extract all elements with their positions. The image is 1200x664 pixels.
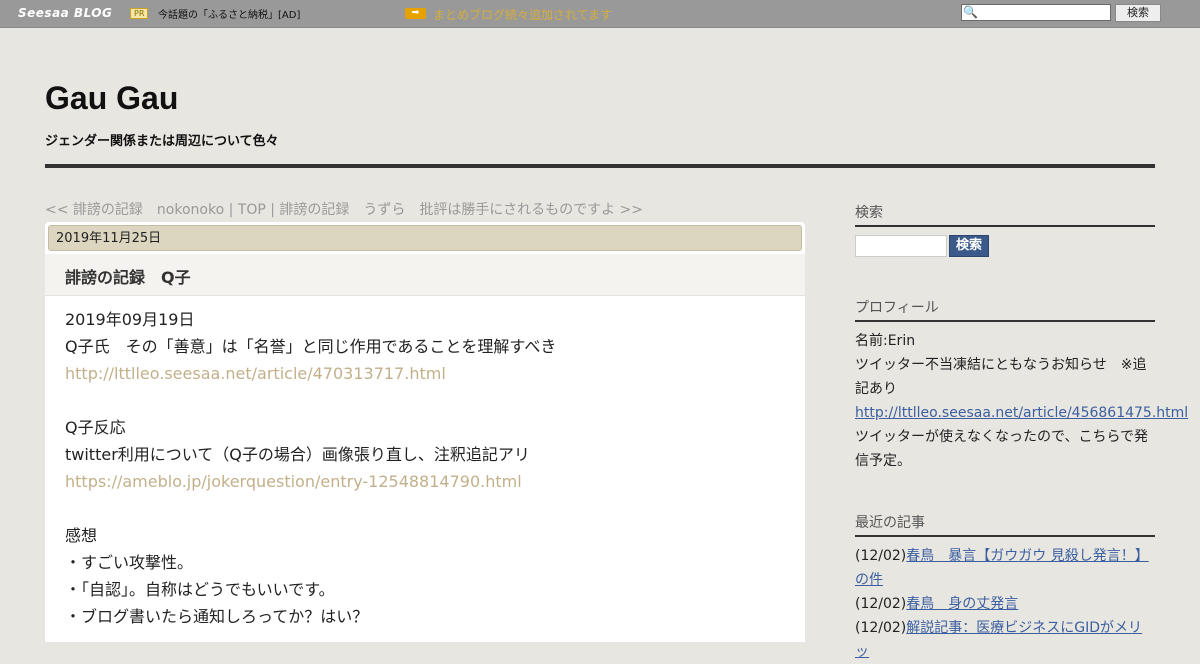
article-title[interactable]: 誹謗の記録 Q子 xyxy=(65,264,191,288)
recent-date: (12/02) xyxy=(855,620,907,636)
top-search-input[interactable] xyxy=(978,5,1108,20)
top-bar: Seesaa BLOG PR 今話題の「ふるさと納税」[AD] ➡ まとめブログ… xyxy=(0,0,1200,28)
article-title-bar: 誹謗の記録 Q子 xyxy=(45,254,805,296)
article-link-ameblo[interactable]: https://ameblo.jp/jokerquestion/entry-12… xyxy=(65,468,785,495)
article-date: 2019年11月25日 xyxy=(48,225,802,251)
top-search-button[interactable]: 検索 xyxy=(1115,4,1161,22)
sidebar-recent-heading: 最近の記事 xyxy=(855,512,1155,537)
recent-articles-list: (12/02)春鳥 暴言【ガウガウ 見殺し発言！】 の件 (12/02)春鳥 身… xyxy=(855,544,1155,664)
article-blank-line xyxy=(65,495,785,522)
list-item: (12/02)解説記事：医療ビジネスにGIDがメリッ xyxy=(855,616,1155,664)
site-title[interactable]: Gau Gau xyxy=(45,80,178,117)
article-line: Q子反応 xyxy=(65,418,126,437)
list-item: (12/02)春鳥 暴言【ガウガウ 見殺し発言！】 xyxy=(855,544,1155,568)
site-description: ジェンダー関係または周辺について色々 xyxy=(45,134,279,149)
recent-article-link[interactable]: 春鳥 暴言【ガウガウ 見殺し発言！】 xyxy=(906,548,1148,564)
article-line: twitter利用について（Q子の場合）画像張り直し、注釈追記アリ xyxy=(65,445,530,464)
recent-article-link[interactable]: の件 xyxy=(855,572,883,588)
article-line: 2019年09月19日 xyxy=(65,310,195,329)
prev-article-link[interactable]: << 誹謗の記録 nokonoko xyxy=(45,202,224,218)
article-pager: << 誹謗の記録 nokonoko | TOP | 誹謗の記録 うずら 批評は勝… xyxy=(45,199,643,219)
article-body: 2019年09月19日 Q子氏 その「善意」は「名誉」と同じ作用であることを理解… xyxy=(65,306,785,630)
recent-date: (12/02) xyxy=(855,548,907,564)
seesaa-blog-logo[interactable]: Seesaa BLOG xyxy=(18,6,112,20)
article-line: 感想 xyxy=(65,526,98,545)
top-link[interactable]: TOP xyxy=(238,202,266,218)
sidebar-profile-heading: プロフィール xyxy=(855,297,1155,322)
recent-article-link[interactable]: 春鳥 身の丈発言 xyxy=(906,596,1018,612)
article-line: Q子氏 その「善意」は「名誉」と同じ作用であることを理解すべき xyxy=(65,337,557,356)
next-article-link[interactable]: 誹謗の記録 うずら 批評は勝手にされるものですよ >> xyxy=(279,202,643,218)
article-line: ・「自認」。自称はどうでもいいです。 xyxy=(65,580,335,599)
header-divider xyxy=(45,164,1155,168)
profile-note: 記あり xyxy=(855,381,897,397)
profile-link[interactable]: http://lttlleo.seesaa.net/article/456861… xyxy=(855,401,1188,425)
sidebar-profile: 名前:Erin ツイッター不当凍結にともなうお知らせ ※追 記あり http:/… xyxy=(855,329,1188,473)
arrow-right-icon: ➡ xyxy=(405,8,426,19)
article-line: ・すごい攻撃性。 xyxy=(65,553,194,572)
profile-note: ツイッター不当凍結にともなうお知らせ ※追 xyxy=(855,357,1147,373)
sidebar-search-button[interactable]: 検索 xyxy=(949,235,989,257)
article-link-lttlleo[interactable]: http://lttlleo.seesaa.net/article/470313… xyxy=(65,360,785,387)
pr-ad-link[interactable]: 今話題の「ふるさと納税」[AD] xyxy=(158,6,300,21)
recent-date: (12/02) xyxy=(855,596,907,612)
ticker-link[interactable]: まとめブログ続々追加されてます xyxy=(433,6,612,23)
pager-separator: | xyxy=(224,202,238,218)
article-blank-line xyxy=(65,387,785,414)
sidebar-search-heading: 検索 xyxy=(855,202,1155,227)
pager-separator: | xyxy=(265,202,280,218)
pr-badge: PR xyxy=(130,8,149,19)
list-item: (12/02)春鳥 身の丈発言 xyxy=(855,592,1155,616)
top-search-box[interactable]: 🔍 xyxy=(961,4,1111,21)
profile-name: 名前:Erin xyxy=(855,333,916,349)
profile-after: ツイッターが使えなくなったので、こちらで発 xyxy=(855,429,1149,445)
profile-after: 信予定。 xyxy=(855,453,911,469)
sidebar-search-input[interactable] xyxy=(855,235,947,257)
list-item: の件 xyxy=(855,568,1155,592)
search-icon: 🔍 xyxy=(963,5,978,19)
article-line: ・ブログ書いたら通知しろってか？はい？ xyxy=(65,607,369,626)
article: 2019年11月25日 誹謗の記録 Q子 2019年09月19日 Q子氏 その「… xyxy=(45,222,805,642)
